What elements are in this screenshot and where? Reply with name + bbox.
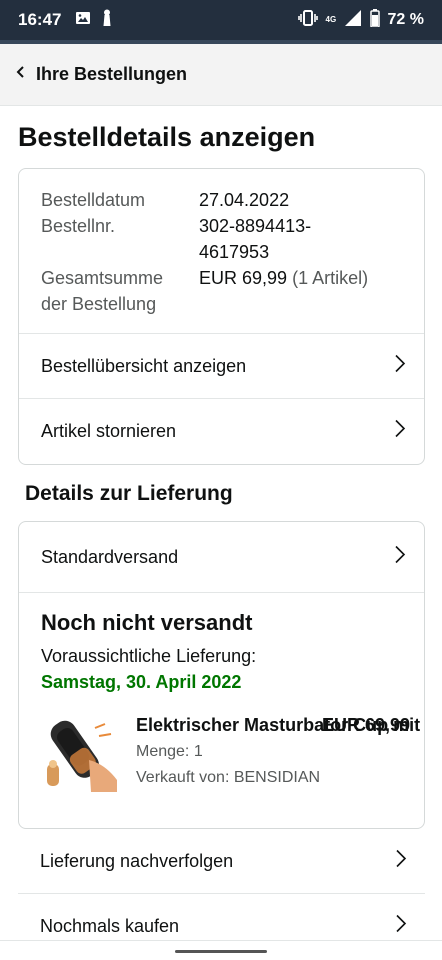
chevron-right-icon	[394, 419, 406, 444]
back-button[interactable]: Ihre Bestellungen	[16, 64, 187, 85]
delivery-card: Standardversand Noch nicht versandt Vora…	[18, 521, 425, 829]
status-left-icons	[75, 9, 113, 32]
order-date-label: Bestelldatum	[41, 190, 146, 210]
track-delivery-label: Lieferung nachverfolgen	[40, 850, 234, 871]
order-number-label: Bestellnr.	[41, 216, 116, 236]
nav-header: Ihre Bestellungen	[0, 44, 442, 106]
order-total-label-line2: der Bestellung	[41, 294, 157, 314]
shipment-status: Noch nicht versandt	[41, 610, 253, 635]
product-image[interactable]	[39, 710, 121, 792]
page-title: Bestelldetails anzeigen	[18, 122, 316, 152]
cancel-items-label: Artikel stornieren	[41, 420, 177, 441]
battery-icon	[369, 8, 380, 32]
order-total-label-line1: Gesamtsumme	[41, 268, 164, 288]
delivery-section-title: Details zur Lieferung	[25, 482, 233, 505]
status-bar: 16:47 4G 72 %	[0, 0, 442, 40]
signal-icon	[344, 9, 362, 32]
product-quantity: Menge: 1	[136, 743, 203, 760]
battery-percent: 72 %	[387, 11, 424, 28]
order-number-value: 302-8894413- 4617953	[199, 213, 411, 265]
vibrate-icon	[297, 9, 318, 31]
order-total-row: Gesamtsumme der Bestellung EUR 69,99 (1 …	[41, 265, 411, 317]
order-info-card: Bestelldatum 27.04.2022 Bestellnr. 302-8…	[18, 168, 425, 465]
cancel-items-link[interactable]: Artikel stornieren	[19, 398, 424, 463]
order-total-label: Gesamtsumme der Bestellung	[41, 265, 199, 317]
product-item[interactable]: Elektrischer Masturbator Cup mit V EUR 6…	[39, 710, 424, 798]
order-info-grid: Bestelldatum 27.04.2022 Bestellnr. 302-8…	[41, 187, 411, 317]
chevron-right-icon	[394, 354, 406, 379]
order-overview-label: Bestellübersicht anzeigen	[41, 355, 247, 376]
eta-label: Voraussichtliche Lieferung:	[41, 646, 257, 666]
status-time: 16:47	[18, 10, 62, 29]
track-delivery-link[interactable]: Lieferung nachverfolgen	[18, 829, 425, 894]
order-total-amount: EUR 69,99	[199, 268, 288, 288]
home-indicator[interactable]	[175, 950, 267, 953]
image-icon	[75, 10, 91, 31]
eta-date: Samstag, 30. April 2022	[41, 672, 242, 692]
product-seller: Verkauft von: BENSIDIAN	[136, 769, 321, 786]
order-total-value: EUR 69,99 (1 Artikel)	[199, 265, 411, 317]
order-overview-link[interactable]: Bestellübersicht anzeigen	[19, 333, 424, 398]
chevron-right-icon	[395, 849, 407, 874]
system-nav-bar	[0, 940, 442, 960]
order-number-row: Bestellnr. 302-8894413- 4617953	[41, 213, 411, 265]
network-label: 4G	[325, 15, 337, 24]
shipping-method-label: Standardversand	[41, 546, 179, 567]
order-number-line1: 302-8894413-	[199, 216, 312, 236]
back-label: Ihre Bestellungen	[36, 64, 188, 84]
product-price: EUR 69,99	[322, 715, 411, 735]
order-total-items: (1 Artikel)	[292, 268, 369, 288]
chevron-right-icon	[394, 545, 406, 570]
buy-again-label: Nochmals kaufen	[40, 915, 180, 936]
order-date-row: Bestelldatum 27.04.2022	[41, 187, 411, 213]
notification-icon	[101, 9, 113, 32]
order-number-line2: 4617953	[199, 242, 270, 262]
chevron-right-icon	[395, 914, 407, 939]
chevron-left-icon	[16, 65, 26, 84]
shipping-method-link[interactable]: Standardversand	[19, 522, 424, 593]
order-date-value: 27.04.2022	[199, 190, 290, 210]
status-right: 4G 72 %	[297, 8, 424, 32]
